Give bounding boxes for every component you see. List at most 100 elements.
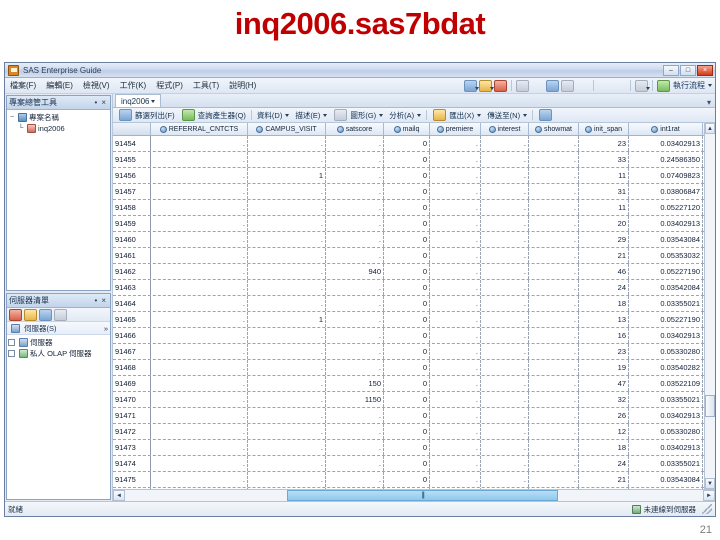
table-cell-referral_cntcts[interactable]: . bbox=[151, 296, 248, 311]
column-header-campus_visit[interactable]: CAMPUS_VISIT bbox=[248, 123, 326, 135]
table-cell-premiere[interactable]: . bbox=[430, 456, 481, 471]
table-cell-interest[interactable]: . bbox=[481, 280, 529, 295]
table-cell-showmat[interactable]: . bbox=[529, 472, 579, 487]
chevron-down-icon[interactable] bbox=[379, 113, 384, 117]
vertical-scroll-track[interactable] bbox=[705, 134, 715, 478]
table-cell-satscore[interactable]: . bbox=[326, 168, 384, 183]
new-folder-icon[interactable] bbox=[24, 308, 37, 321]
table-cell-init_span[interactable]: 21 bbox=[579, 248, 629, 263]
table-row[interactable]: 91473...0...180.034029130.035050000 bbox=[113, 440, 704, 456]
table-cell-premiere[interactable]: . bbox=[430, 296, 481, 311]
table-cell-referral_cntcts[interactable]: . bbox=[151, 456, 248, 471]
table-cell-satscore[interactable]: . bbox=[326, 216, 384, 231]
table-cell-satscore[interactable]: . bbox=[326, 232, 384, 247]
table-cell-interest[interactable]: . bbox=[481, 312, 529, 327]
table-row[interactable]: 91463...0...240.035420840.0355605230 bbox=[113, 280, 704, 296]
table-cell-interest[interactable]: . bbox=[481, 264, 529, 279]
table-cell-int1rat[interactable]: 0.03522109 bbox=[629, 376, 703, 391]
table-cell-referral_cntcts[interactable]: . bbox=[151, 392, 248, 407]
table-cell-interest[interactable]: . bbox=[481, 248, 529, 263]
menu-tasks[interactable]: 工作(K) bbox=[115, 79, 152, 93]
table-cell-referral_cntcts[interactable]: . bbox=[151, 408, 248, 423]
column-header-showmat[interactable]: showmat bbox=[529, 123, 579, 135]
table-cell-init_span[interactable]: 24 bbox=[579, 456, 629, 471]
cut-icon[interactable] bbox=[531, 80, 544, 92]
tree-checkbox[interactable] bbox=[8, 350, 15, 357]
table-cell-init_span[interactable]: 18 bbox=[579, 296, 629, 311]
toolbar-sendto[interactable]: 傳送至(N) bbox=[484, 110, 530, 121]
table-cell-satscore[interactable]: 1150 bbox=[326, 392, 384, 407]
row-number-cell[interactable]: 91455 bbox=[113, 152, 151, 167]
table-row[interactable]: 91462..9400...460.052271900.0385900 bbox=[113, 264, 704, 280]
table-cell-init_span[interactable]: 32 bbox=[579, 392, 629, 407]
chevron-down-icon[interactable] bbox=[285, 113, 290, 117]
table-cell-int1rat[interactable]: 0.05227190 bbox=[629, 312, 703, 327]
table-cell-int1rat[interactable]: 0.03542084 bbox=[629, 280, 703, 295]
row-number-cell[interactable]: 91474 bbox=[113, 456, 151, 471]
table-cell-init_span[interactable]: 11 bbox=[579, 168, 629, 183]
table-cell-int1rat[interactable]: 0.03540282 bbox=[629, 360, 703, 375]
table-cell-premiere[interactable]: . bbox=[430, 424, 481, 439]
table-cell-mailq[interactable]: 0 bbox=[384, 456, 430, 471]
table-row[interactable]: 91468...0...190.035402820.035053508 bbox=[113, 360, 704, 376]
row-number-cell[interactable]: 91467 bbox=[113, 344, 151, 359]
menu-tools[interactable]: 工具(T) bbox=[188, 79, 224, 93]
column-header-mailq[interactable]: mailq bbox=[384, 123, 430, 135]
table-cell-premiere[interactable]: . bbox=[430, 264, 481, 279]
table-row[interactable]: 91457...0...310.038068470.034773497 bbox=[113, 184, 704, 200]
row-number-cell[interactable]: 91466 bbox=[113, 328, 151, 343]
scroll-down-button[interactable]: ▼ bbox=[705, 478, 715, 489]
column-header-int1rat[interactable]: int1rat bbox=[629, 123, 703, 135]
table-cell-showmat[interactable]: . bbox=[529, 232, 579, 247]
row-number-cell[interactable]: 91460 bbox=[113, 232, 151, 247]
table-cell-showmat[interactable]: . bbox=[529, 280, 579, 295]
table-cell-satscore[interactable]: . bbox=[326, 312, 384, 327]
table-cell-int1rat[interactable]: 0.03402913 bbox=[629, 440, 703, 455]
table-cell-campus_visit[interactable]: . bbox=[248, 248, 326, 263]
menu-program[interactable]: 程式(P) bbox=[151, 79, 188, 93]
table-row[interactable]: 91471...0...260.034029130.035050000 bbox=[113, 408, 704, 424]
table-cell-interest[interactable]: . bbox=[481, 168, 529, 183]
table-cell-mailq[interactable]: 0 bbox=[384, 232, 430, 247]
table-cell-mailq[interactable]: 0 bbox=[384, 440, 430, 455]
column-header-interest[interactable]: interest bbox=[481, 123, 529, 135]
table-cell-interest[interactable]: . bbox=[481, 184, 529, 199]
chevron-down-icon[interactable] bbox=[523, 113, 528, 117]
table-cell-init_span[interactable]: 16 bbox=[579, 328, 629, 343]
row-number-cell[interactable]: 91458 bbox=[113, 200, 151, 215]
tabbar-overflow-icon[interactable]: ▾ bbox=[707, 98, 715, 107]
row-number-cell[interactable]: 91470 bbox=[113, 392, 151, 407]
table-cell-premiere[interactable]: . bbox=[430, 216, 481, 231]
table-cell-interest[interactable]: . bbox=[481, 440, 529, 455]
table-cell-satscore[interactable]: 940 bbox=[326, 264, 384, 279]
grid-rows[interactable]: 91454...0...230.034029130.13513513591455… bbox=[113, 136, 704, 489]
table-cell-premiere[interactable]: . bbox=[430, 440, 481, 455]
table-cell-interest[interactable]: . bbox=[481, 328, 529, 343]
table-cell-mailq[interactable]: 0 bbox=[384, 280, 430, 295]
table-cell-campus_visit[interactable]: . bbox=[248, 216, 326, 231]
run-flow-label[interactable]: 執行流程 bbox=[673, 80, 705, 91]
column-header-satscore[interactable]: satscore bbox=[326, 123, 384, 135]
table-cell-mailq[interactable]: 0 bbox=[384, 264, 430, 279]
table-cell-campus_visit[interactable]: . bbox=[248, 136, 326, 151]
table-cell-satscore[interactable]: . bbox=[326, 184, 384, 199]
tree-item-project[interactable]: − 專案名稱 bbox=[8, 112, 109, 123]
table-cell-mailq[interactable]: 0 bbox=[384, 344, 430, 359]
row-number-cell[interactable]: 91469 bbox=[113, 376, 151, 391]
close-button[interactable]: × bbox=[697, 64, 713, 76]
table-cell-int1rat[interactable]: 0.03402913 bbox=[629, 216, 703, 231]
toolbar-properties[interactable] bbox=[535, 109, 556, 121]
table-cell-premiere[interactable]: . bbox=[430, 200, 481, 215]
table-cell-init_span[interactable]: 26 bbox=[579, 408, 629, 423]
resize-grip-icon[interactable] bbox=[702, 504, 712, 514]
horizontal-scroll-track[interactable]: ||| bbox=[125, 490, 703, 501]
table-cell-mailq[interactable]: 0 bbox=[384, 248, 430, 263]
table-cell-showmat[interactable]: . bbox=[529, 328, 579, 343]
chevron-down-icon[interactable] bbox=[323, 113, 328, 117]
table-cell-init_span[interactable]: 24 bbox=[579, 280, 629, 295]
table-cell-referral_cntcts[interactable]: . bbox=[151, 312, 248, 327]
table-cell-satscore[interactable]: . bbox=[326, 136, 384, 151]
column-header-init_span[interactable]: init_span bbox=[579, 123, 629, 135]
table-cell-premiere[interactable]: . bbox=[430, 184, 481, 199]
table-cell-showmat[interactable]: . bbox=[529, 296, 579, 311]
